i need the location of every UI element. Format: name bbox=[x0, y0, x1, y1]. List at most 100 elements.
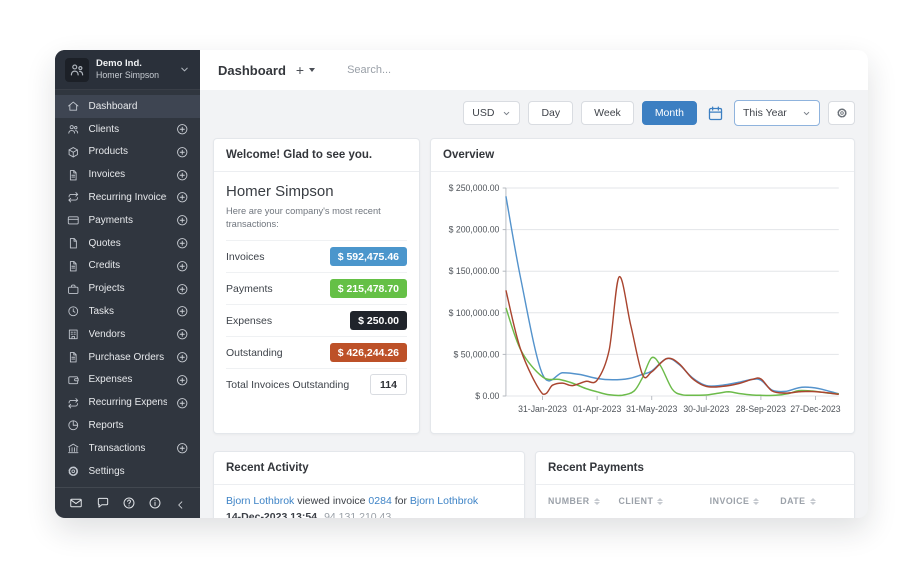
sidebar-item-vendors[interactable]: Vendors bbox=[55, 323, 200, 346]
activity-link[interactable]: Bjorn Lothbrok bbox=[226, 495, 294, 507]
svg-text:$ 150,000.00: $ 150,000.00 bbox=[449, 266, 500, 276]
sidebar-item-label: Recurring Invoices bbox=[89, 192, 167, 203]
sidebar-item-label: Transactions bbox=[89, 443, 167, 454]
file-text-icon bbox=[67, 351, 80, 364]
collapse-icon[interactable] bbox=[175, 498, 186, 509]
svg-text:01-Apr-2023: 01-Apr-2023 bbox=[573, 404, 621, 414]
file-text-icon bbox=[67, 260, 80, 273]
sidebar-item-label: Tasks bbox=[89, 306, 167, 317]
sidebar-item-dashboard[interactable]: Dashboard bbox=[55, 95, 200, 118]
sidebar-item-transactions[interactable]: Transactions bbox=[55, 437, 200, 460]
sidebar-item-label: Projects bbox=[89, 283, 167, 294]
welcome-card: Welcome! Glad to see you. Homer Simpson … bbox=[213, 138, 420, 434]
add-payments-button[interactable] bbox=[176, 214, 189, 227]
dashboard-menu-caret[interactable] bbox=[309, 68, 315, 72]
add-projects-button[interactable] bbox=[176, 283, 189, 296]
sort-icon bbox=[657, 498, 663, 505]
period-day-button[interactable]: Day bbox=[528, 101, 573, 125]
sidebar-item-projects[interactable]: Projects bbox=[55, 277, 200, 300]
add-dashboard-button[interactable]: + bbox=[296, 63, 304, 77]
company-menu[interactable]: Demo Ind. Homer Simpson bbox=[55, 50, 200, 90]
add-vendors-button[interactable] bbox=[176, 328, 189, 341]
activity-link[interactable]: Bjorn Lothbrok bbox=[410, 495, 478, 507]
add-transactions-button[interactable] bbox=[176, 442, 189, 455]
home-icon bbox=[67, 100, 80, 113]
sidebar-item-tasks[interactable]: Tasks bbox=[55, 300, 200, 323]
sidebar-item-credits[interactable]: Credits bbox=[55, 255, 200, 278]
date-range-select[interactable]: This Year bbox=[734, 100, 820, 126]
add-recurring-invoices-button[interactable] bbox=[176, 191, 189, 204]
sidebar-item-label: Expenses bbox=[89, 374, 167, 385]
add-invoices-button[interactable] bbox=[176, 169, 189, 182]
clock-icon bbox=[67, 305, 80, 318]
sidebar-item-products[interactable]: Products bbox=[55, 141, 200, 164]
sidebar-item-label: Recurring Expenses bbox=[89, 397, 167, 408]
sidebar-item-label: Clients bbox=[89, 124, 167, 135]
payments-table-header: NUMBERCLIENT INVOICEDATE bbox=[536, 485, 854, 513]
bank-icon bbox=[67, 442, 80, 455]
calendar-icon[interactable] bbox=[707, 105, 724, 122]
svg-text:30-Jul-2023: 30-Jul-2023 bbox=[683, 404, 729, 414]
sidebar-item-label: Vendors bbox=[89, 329, 167, 340]
summary-stats: Invoices$ 592,475.46Payments$ 215,478.70… bbox=[226, 240, 407, 400]
add-products-button[interactable] bbox=[176, 146, 189, 159]
dashboard-settings-button[interactable] bbox=[828, 101, 855, 125]
company-user: Homer Simpson bbox=[96, 70, 172, 81]
add-expenses-button[interactable] bbox=[176, 374, 189, 387]
building-icon bbox=[67, 328, 80, 341]
filter-toolbar: USD Day Week Month This Year bbox=[213, 100, 855, 126]
add-tasks-button[interactable] bbox=[176, 305, 189, 318]
repeat-icon bbox=[67, 191, 80, 204]
payments-column-invoice[interactable]: INVOICE bbox=[710, 496, 781, 506]
payments-column-date[interactable]: DATE bbox=[780, 496, 842, 506]
gear-icon bbox=[67, 465, 80, 478]
stat-row-payments: Payments$ 215,478.70 bbox=[226, 272, 407, 304]
sidebar-item-clients[interactable]: Clients bbox=[55, 118, 200, 141]
currency-select[interactable]: USD bbox=[463, 101, 520, 125]
series-invoices-line bbox=[506, 196, 839, 394]
add-credits-button[interactable] bbox=[176, 260, 189, 273]
stat-value-badge: $ 250.00 bbox=[350, 311, 407, 330]
activity-link[interactable]: 0284 bbox=[368, 495, 391, 507]
add-clients-button[interactable] bbox=[176, 123, 189, 136]
sidebar-item-reports[interactable]: Reports bbox=[55, 414, 200, 437]
period-month-button[interactable]: Month bbox=[642, 101, 697, 125]
payments-column-number[interactable]: NUMBER bbox=[548, 496, 619, 506]
briefcase-icon bbox=[67, 283, 80, 296]
day-label: Day bbox=[541, 107, 560, 119]
welcome-subtitle: Here are your company's most recent tran… bbox=[226, 205, 407, 240]
search-input[interactable] bbox=[347, 64, 527, 76]
help-icon[interactable] bbox=[122, 496, 136, 510]
stat-row-invoices: Invoices$ 592,475.46 bbox=[226, 240, 407, 272]
add-purchase-orders-button[interactable] bbox=[176, 351, 189, 364]
mail-icon[interactable] bbox=[69, 496, 83, 510]
stat-label: Total Invoices Outstanding bbox=[226, 379, 349, 391]
sidebar-item-expenses[interactable]: Expenses bbox=[55, 369, 200, 392]
sort-icon bbox=[753, 498, 759, 505]
sidebar-item-purchase-orders[interactable]: Purchase Orders bbox=[55, 346, 200, 369]
activity-datetime: 14-Dec-2023 13:54 bbox=[226, 511, 317, 518]
payments-column-client[interactable]: CLIENT bbox=[619, 496, 710, 506]
gear-icon bbox=[836, 107, 848, 119]
info-icon[interactable] bbox=[148, 496, 162, 510]
sidebar-item-recurring-expenses[interactable]: Recurring Expenses bbox=[55, 391, 200, 414]
sidebar-item-invoices[interactable]: Invoices bbox=[55, 163, 200, 186]
add-quotes-button[interactable] bbox=[176, 237, 189, 250]
top-cards-row: Welcome! Glad to see you. Homer Simpson … bbox=[213, 138, 855, 434]
total-outstanding-badge: 114 bbox=[370, 374, 407, 395]
main-area: Dashboard + USD Day Week Month This Year bbox=[200, 50, 868, 518]
week-label: Week bbox=[594, 107, 621, 119]
add-recurring-expenses-button[interactable] bbox=[176, 397, 189, 410]
sidebar-item-settings[interactable]: Settings bbox=[55, 460, 200, 483]
column-label: CLIENT bbox=[619, 496, 654, 506]
sidebar-item-recurring-invoices[interactable]: Recurring Invoices bbox=[55, 186, 200, 209]
sidebar-footer bbox=[55, 487, 200, 518]
page-title: Dashboard bbox=[218, 63, 286, 78]
sidebar-item-quotes[interactable]: Quotes bbox=[55, 232, 200, 255]
recent-activity-card: Recent Activity Bjorn Lothbrok viewed in… bbox=[213, 451, 525, 518]
sidebar-nav: Dashboard Clients ProductsInvoices Recurrin… bbox=[55, 90, 200, 487]
sidebar-item-payments[interactable]: Payments bbox=[55, 209, 200, 232]
period-week-button[interactable]: Week bbox=[581, 101, 634, 125]
chat-icon[interactable] bbox=[96, 496, 110, 510]
svg-text:$ 200,000.00: $ 200,000.00 bbox=[449, 224, 500, 234]
